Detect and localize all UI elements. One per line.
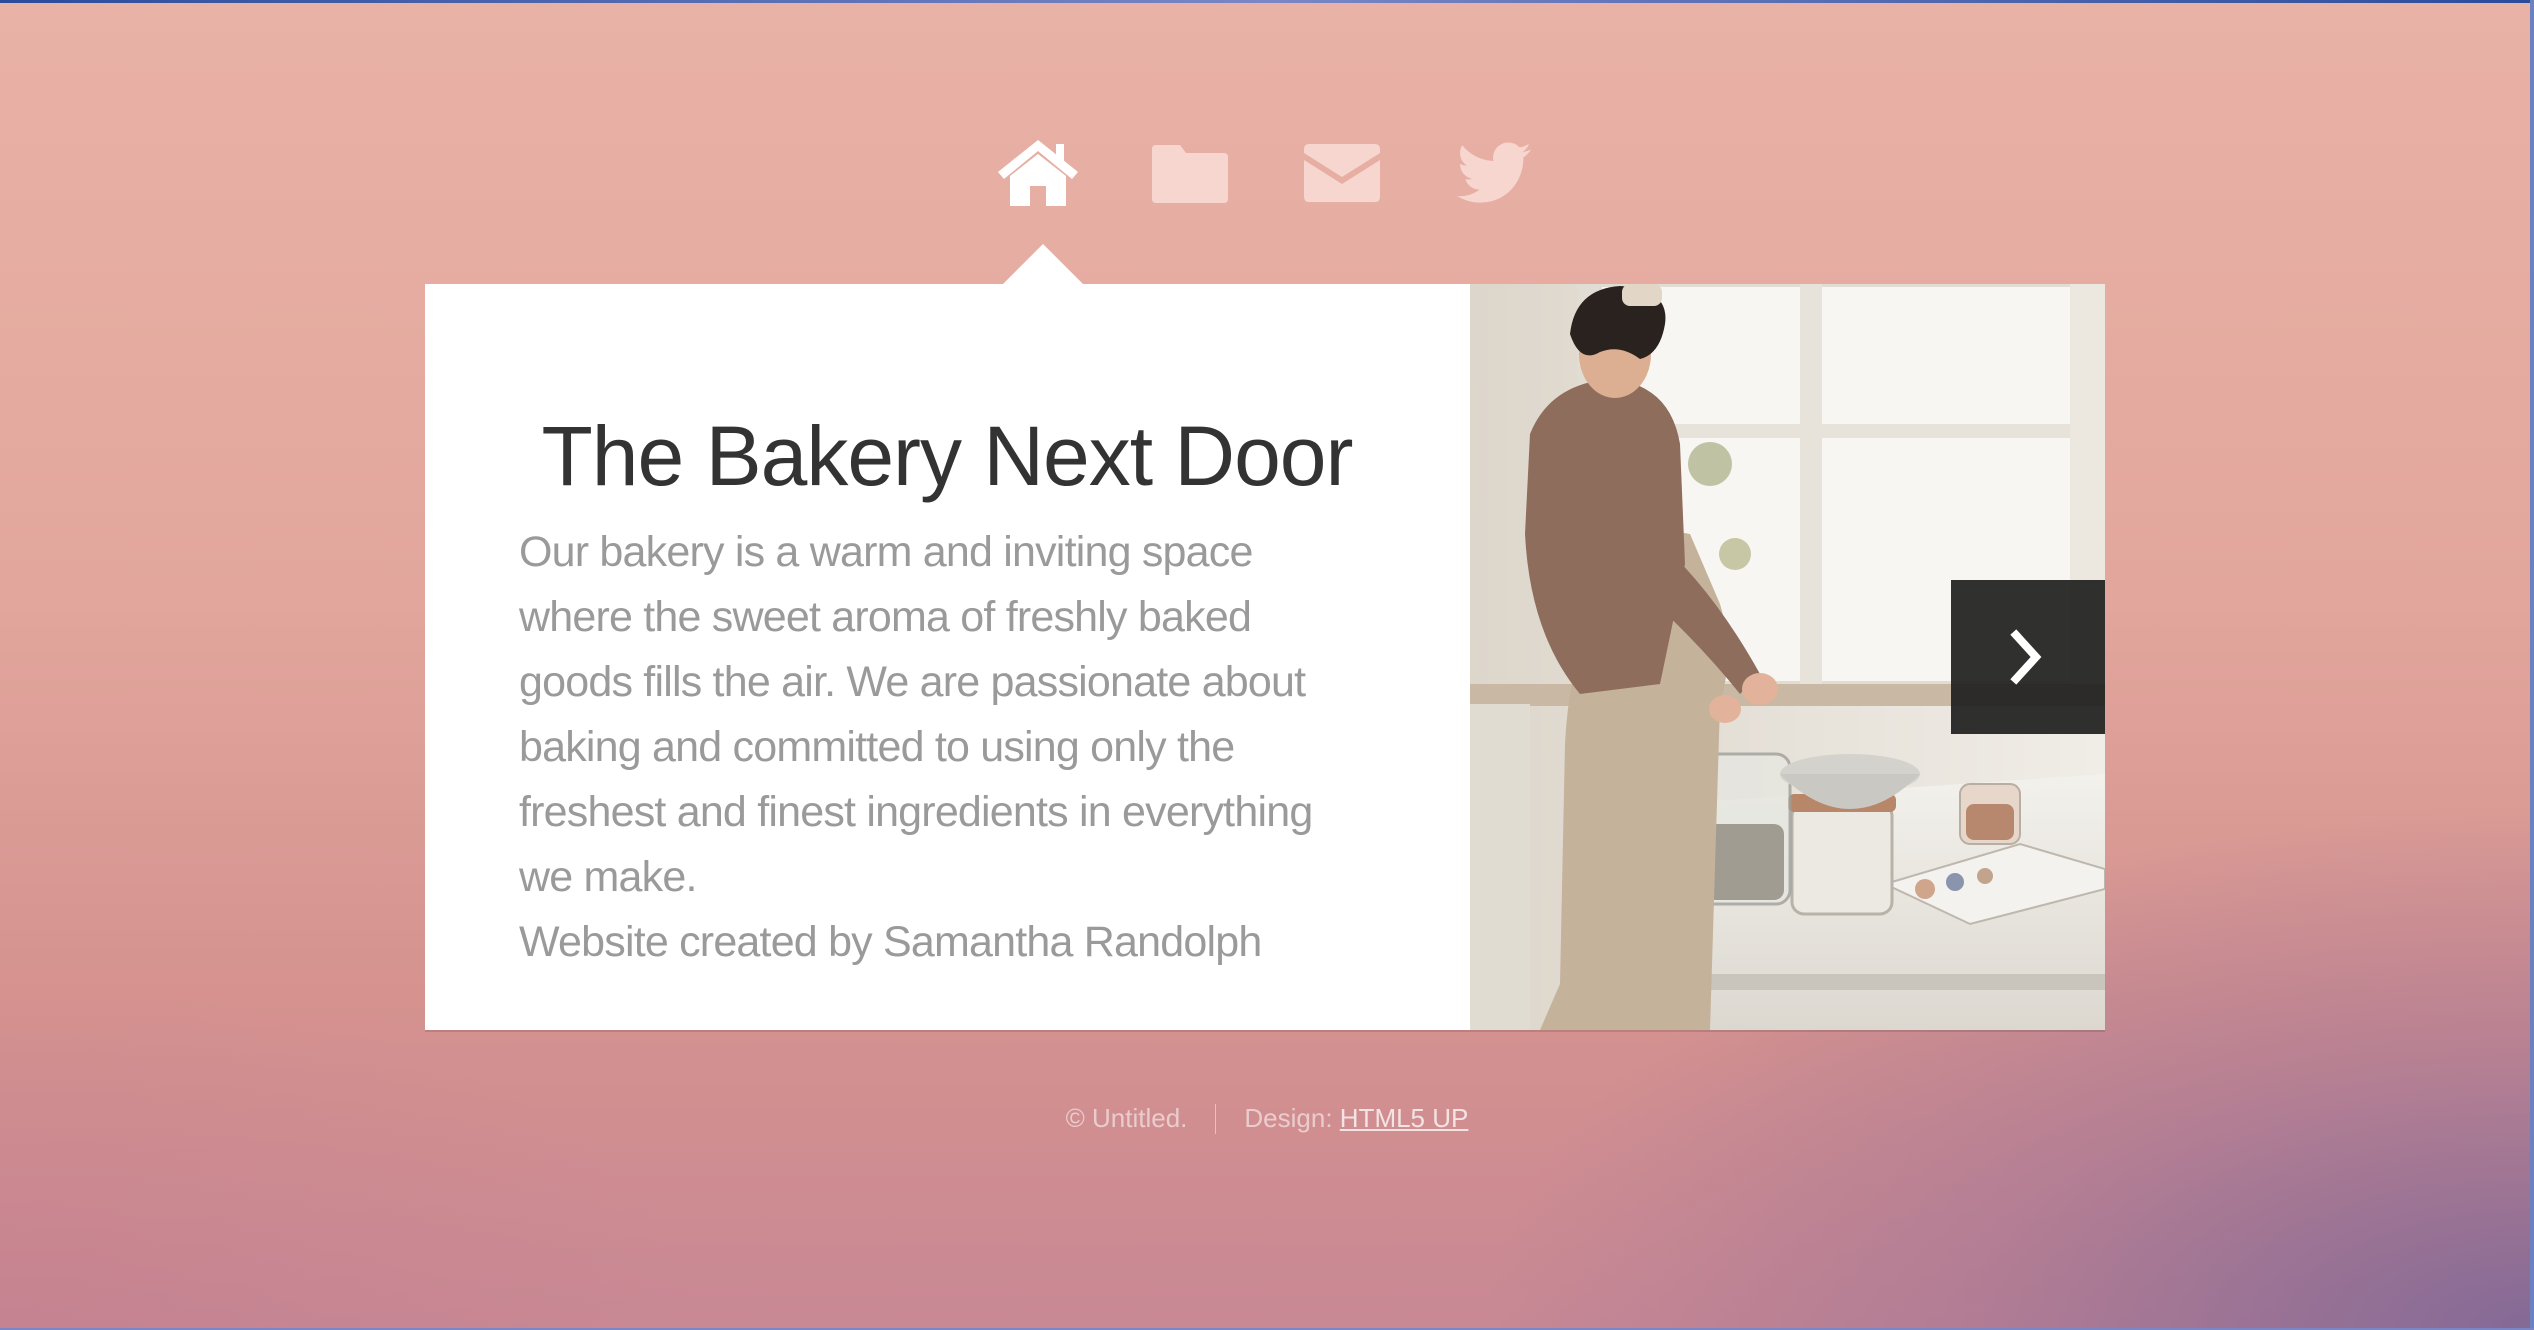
next-slide-button[interactable]	[1951, 580, 2105, 734]
footer-divider	[1215, 1103, 1217, 1134]
nav-portfolio[interactable]	[1147, 132, 1233, 214]
chevron-right-icon	[2010, 629, 2042, 685]
twitter-icon	[1457, 142, 1531, 203]
nav-contact[interactable]	[1299, 132, 1385, 214]
site-footer: © Untitled. Design: HTML5 UP	[0, 1103, 2534, 1134]
nav-twitter[interactable]	[1451, 132, 1537, 214]
footer-design-link[interactable]: HTML5 UP	[1340, 1103, 1469, 1134]
folder-icon	[1152, 145, 1228, 203]
bakery-photo	[1470, 284, 2105, 1030]
window-top-border	[0, 0, 2534, 3]
active-nav-pointer	[1002, 244, 1084, 285]
site-credit: Website created by Samantha Randolph	[519, 918, 1262, 966]
main-panel: The Bakery Next Door Our bakery is a war…	[425, 284, 2105, 1030]
intro-section: The Bakery Next Door Our bakery is a war…	[425, 284, 1470, 1030]
home-icon	[998, 140, 1078, 206]
intro-description: Our bakery is a warm and inviting space …	[519, 528, 1313, 901]
envelope-icon	[1304, 144, 1380, 202]
page-title: The Bakery Next Door	[541, 409, 1354, 503]
footer-design-label: Design:	[1244, 1103, 1333, 1133]
nav-home[interactable]	[995, 132, 1081, 214]
footer-copyright: © Untitled.	[1065, 1103, 1188, 1133]
main-nav	[995, 132, 1537, 214]
